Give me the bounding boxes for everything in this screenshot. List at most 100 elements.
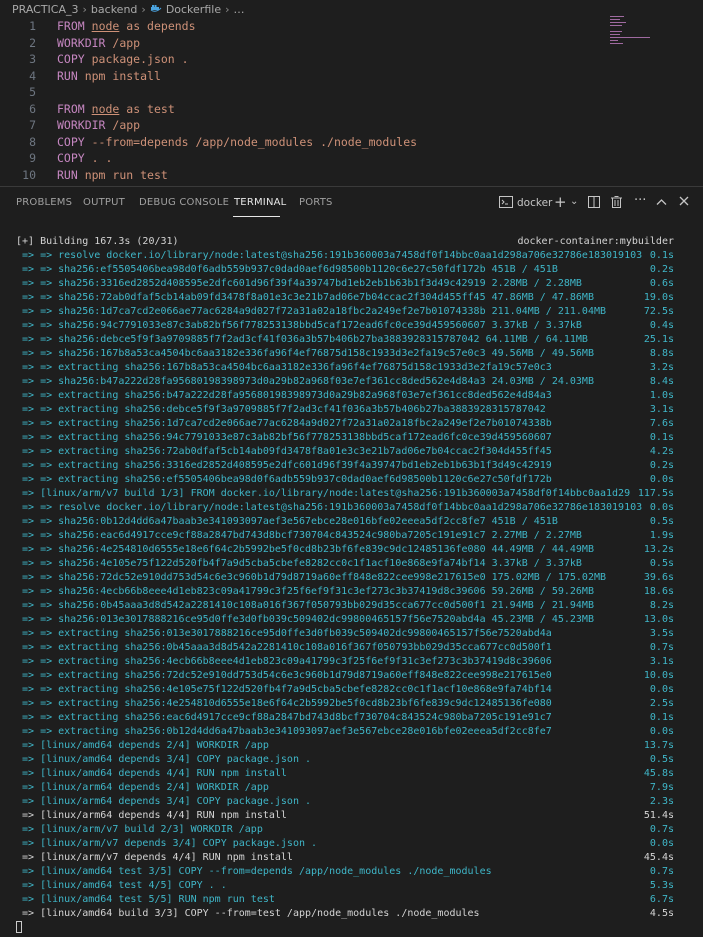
step-duration: 0.7s	[649, 642, 674, 653]
more-icon[interactable]: ···	[634, 193, 646, 208]
terminal-line: => => extracting sha256:1d7ca7cd2e066ae7…	[16, 418, 552, 429]
step-duration: 18.6s	[643, 586, 674, 597]
step-duration: 0.0s	[649, 474, 674, 485]
tab-problems[interactable]: PROBLEMS	[16, 197, 72, 208]
argument: npm install	[77, 68, 161, 83]
step-duration: 0.1s	[649, 250, 674, 261]
terminal-line: => => resolve docker.io/library/node:lat…	[16, 250, 643, 261]
line-number: 9	[29, 151, 36, 165]
terminal-line: => => extracting sha256:4e254810d6555e18…	[16, 698, 552, 709]
chevron-up-icon[interactable]	[656, 195, 667, 210]
terminal-line: => [linux/arm64 depends 4/4] RUN npm ins…	[16, 810, 287, 821]
step-duration: 0.1s	[649, 432, 674, 443]
chevron-down-icon[interactable]: ⌄	[570, 196, 578, 207]
step-duration: 2.5s	[649, 698, 674, 709]
line-number: 1	[29, 19, 36, 33]
terminal-line: => [linux/amd64 depends 2/4] WORKDIR /ap…	[16, 740, 269, 751]
step-duration: 1.0s	[649, 390, 674, 401]
argument: package.json .	[84, 52, 189, 66]
step-duration: 0.0s	[649, 684, 674, 695]
step-duration: 3.1s	[649, 404, 674, 415]
code-text: RUN npm install	[57, 68, 161, 85]
terminal-line: => => extracting sha256:72dc52e910dd753d…	[16, 670, 552, 681]
step-duration: 3.5s	[649, 628, 674, 639]
terminal-line: => [linux/arm/v7 depends 3/4] COPY packa…	[16, 838, 318, 849]
step-duration: 0.1s	[649, 712, 674, 723]
terminal-output[interactable]: [+] Building 167.3s (20/31) docker-conta…	[0, 219, 703, 937]
terminal-line: => [linux/amd64 depends 3/4] COPY packag…	[16, 754, 312, 765]
terminal-name[interactable]: docker	[517, 197, 552, 209]
step-duration: 0.0s	[649, 838, 674, 849]
step-duration: 5.3s	[649, 880, 674, 891]
breadcrumb-item-ellipsis[interactable]: …	[234, 3, 245, 16]
step-duration: 8.2s	[649, 600, 674, 611]
terminal-line: => => extracting sha256:0b12d4dd6a47baab…	[16, 726, 552, 737]
code-editor[interactable]: 1 FROM node as depends 2 WORKDIR /app 3 COPY …	[0, 18, 703, 186]
as-keyword: as	[119, 19, 148, 33]
argument: --from=depends /app/node_modules ./node_…	[84, 134, 418, 149]
line-number: 5	[29, 85, 36, 99]
terminal-line: => => extracting sha256:72ab0dfaf5cb14ab…	[16, 446, 552, 457]
terminal-line: => => sha256:1d7ca7cd2e066ae77ac6284a9d0…	[16, 306, 607, 317]
keyword: RUN	[57, 167, 78, 182]
breadcrumb-item-dockerfile[interactable]: Dockerfile	[166, 3, 221, 16]
terminal-line: => => sha256:3316ed2852d408595e2dfc601d9…	[16, 278, 582, 289]
line-number: 7	[29, 118, 36, 132]
step-duration: 0.7s	[649, 824, 674, 835]
step-duration: 8.4s	[649, 376, 674, 387]
breadcrumb-item-backend[interactable]: backend	[91, 3, 137, 16]
step-duration: 13.2s	[643, 544, 674, 555]
split-icon[interactable]	[588, 196, 600, 212]
step-duration: 8.8s	[649, 348, 674, 359]
breadcrumb-item-practica[interactable]: PRACTICA_3	[12, 3, 79, 16]
keyword: RUN	[57, 68, 78, 83]
step-duration: 3.1s	[649, 656, 674, 667]
terminal-line: => [linux/arm64 depends 2/4] WORKDIR /ap…	[16, 782, 269, 793]
step-duration: 72.5s	[643, 306, 674, 317]
terminal-line: => => extracting sha256:167b8a53ca4504bc…	[16, 362, 552, 373]
terminal-line: => [linux/arm/v7 build 1/3] FROM docker.…	[16, 488, 631, 499]
terminal-line: => => extracting sha256:3316ed2852d40859…	[16, 460, 552, 471]
plus-icon[interactable]: +	[554, 193, 567, 211]
tab-ports[interactable]: PORTS	[299, 197, 333, 208]
terminal-cursor	[16, 921, 22, 933]
step-duration: 2.3s	[649, 796, 674, 807]
terminal-line: => => resolve docker.io/library/node:lat…	[16, 502, 643, 513]
step-duration: 0.7s	[649, 866, 674, 877]
breadcrumb: PRACTICA_3 › backend › Dockerfile › …	[0, 0, 703, 18]
keyword: WORKDIR	[57, 35, 106, 50]
keyword: FROM	[57, 19, 85, 33]
minimap[interactable]	[610, 16, 660, 56]
step-duration: 0.0s	[649, 502, 674, 513]
close-icon[interactable]	[679, 195, 689, 210]
terminal-line: => => sha256:013e3017888216ce95d0ffe3d0f…	[16, 614, 594, 625]
chevron-right-icon: ›	[225, 2, 230, 16]
argument: . .	[84, 151, 113, 165]
line-number: 6	[29, 101, 36, 116]
step-duration: 0.2s	[649, 460, 674, 471]
step-duration: 0.4s	[649, 320, 674, 331]
keyword: WORKDIR	[57, 118, 106, 132]
step-duration: 117.5s	[637, 488, 674, 499]
terminal-line: => => extracting sha256:4ecb66b8eee4d1eb…	[16, 656, 552, 667]
code-text: COPY --from=depends /app/node_modules ./…	[57, 134, 417, 151]
step-duration: 1.9s	[649, 530, 674, 541]
terminal-line: => => extracting sha256:b47a222d28fa9568…	[16, 390, 552, 401]
trash-icon[interactable]	[611, 196, 622, 212]
terminal-line: => => sha256:167b8a53ca4504bc6aa3182e336…	[16, 348, 594, 359]
code-text: WORKDIR /app	[57, 117, 140, 134]
tab-output[interactable]: OUTPUT	[83, 197, 125, 208]
keyword: COPY	[57, 52, 85, 66]
tab-debug-console[interactable]: DEBUG CONSOLE	[139, 197, 229, 208]
step-duration: 0.5s	[649, 754, 674, 765]
step-duration: 13.0s	[643, 614, 674, 625]
argument: depends	[147, 19, 196, 33]
code-text: RUN npm run test	[57, 167, 168, 184]
terminal-line: => [linux/arm/v7 build 2/3] WORKDIR /app	[16, 824, 263, 835]
code-text: COPY . .	[57, 150, 112, 167]
tab-terminal[interactable]: TERMINAL	[234, 197, 286, 208]
step-duration: 4.5s	[649, 908, 674, 919]
terminal-line: => => extracting sha256:4e105e75f122d520…	[16, 684, 552, 695]
step-duration: 0.5s	[649, 558, 674, 569]
code-text: FROM node as test	[57, 101, 175, 118]
